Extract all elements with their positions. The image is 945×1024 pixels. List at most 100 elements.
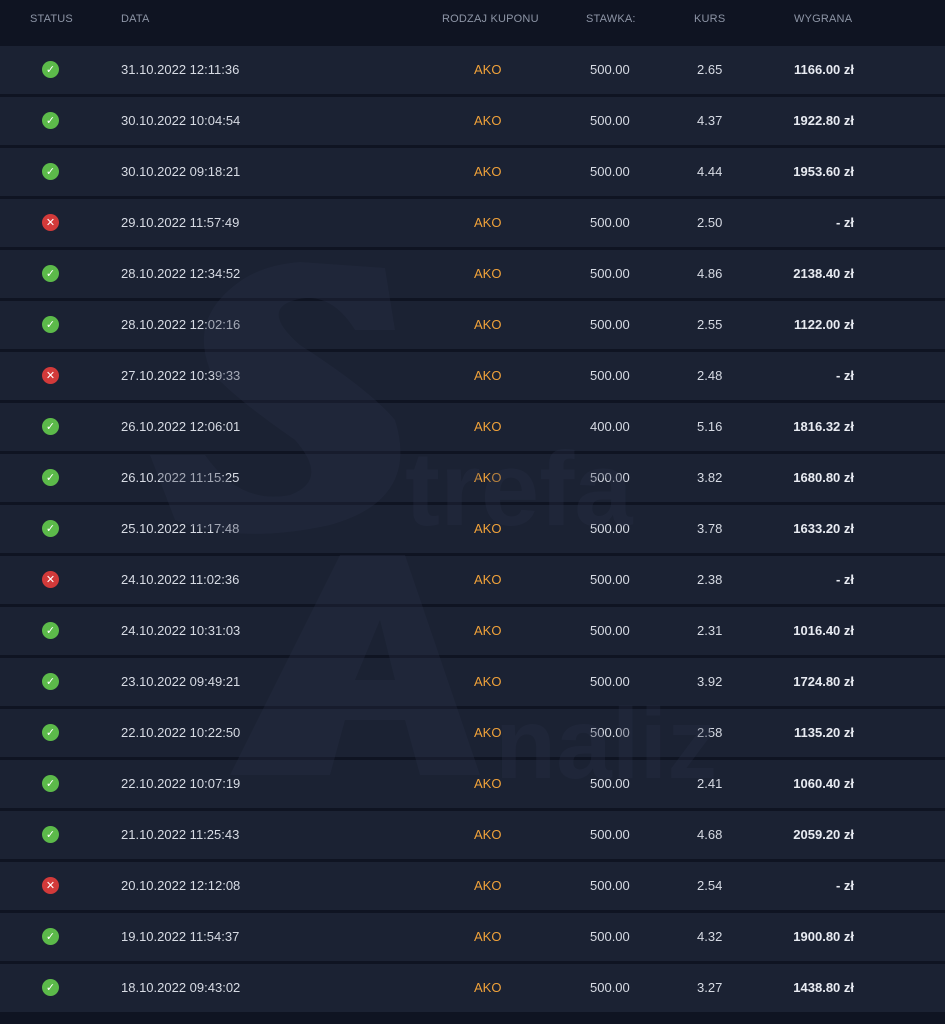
header-status[interactable]: STATUS bbox=[30, 13, 73, 25]
table-row[interactable]: ✓ 28.10.2022 12:34:52 AKO 500.00 4.86 2138.40… bbox=[0, 250, 945, 298]
status-cell: ✓ bbox=[40, 977, 62, 999]
status-cell: ✕ bbox=[40, 212, 62, 234]
odds-cell: 2.54 bbox=[697, 878, 723, 893]
stake-cell: 500.00 bbox=[590, 725, 630, 740]
status-cell: ✕ bbox=[40, 569, 62, 591]
odds-cell: 2.50 bbox=[697, 215, 723, 230]
odds-cell: 3.92 bbox=[697, 674, 723, 689]
table-row[interactable]: ✓ 22.10.2022 10:22:50 AKO 500.00 2.58 1135.20… bbox=[0, 709, 945, 757]
date-cell: 31.10.2022 12:11:36 bbox=[121, 62, 240, 77]
stake-cell: 500.00 bbox=[590, 164, 630, 179]
coupon-type-cell: AKO bbox=[474, 419, 502, 434]
date-cell: 18.10.2022 09:43:02 bbox=[121, 980, 241, 995]
stake-cell: 500.00 bbox=[590, 317, 630, 332]
table-body: ✓ 31.10.2022 12:11:36 AKO 500.00 2.65 1166.00… bbox=[0, 46, 945, 1015]
coupon-type-cell: AKO bbox=[474, 470, 502, 485]
table-row[interactable]: ✓ 30.10.2022 09:18:21 AKO 500.00 4.44 1953.60… bbox=[0, 148, 945, 196]
coupon-type-cell: AKO bbox=[474, 368, 502, 383]
table-row[interactable]: ✓ 23.10.2022 09:49:21 AKO 500.00 3.92 1724.80… bbox=[0, 658, 945, 706]
table-row[interactable]: ✓ 21.10.2022 11:25:43 AKO 500.00 4.68 2059.20… bbox=[0, 811, 945, 859]
win-amount-cell: - zł bbox=[835, 572, 854, 587]
stake-cell: 500.00 bbox=[590, 674, 630, 689]
table-header: STATUS DATA RODZAJ KUPONU STAWKA: KURS W… bbox=[0, 0, 945, 40]
win-amount-cell: 1060.40 zł bbox=[793, 776, 854, 791]
coupon-type-cell: AKO bbox=[474, 164, 502, 179]
status-cell: ✓ bbox=[40, 263, 62, 285]
date-cell: 19.10.2022 11:54:37 bbox=[121, 929, 240, 944]
date-cell: 26.10.2022 11:15:25 bbox=[121, 470, 240, 485]
stake-cell: 500.00 bbox=[590, 623, 630, 638]
date-cell: 30.10.2022 10:04:54 bbox=[121, 113, 241, 128]
odds-cell: 4.44 bbox=[697, 164, 723, 179]
stake-cell: 500.00 bbox=[590, 470, 630, 485]
check-circle-icon: ✓ bbox=[42, 979, 59, 996]
coupon-type-cell: AKO bbox=[474, 929, 502, 944]
stake-cell: 500.00 bbox=[590, 878, 630, 893]
status-cell: ✓ bbox=[40, 314, 62, 336]
table-row[interactable]: ✕ 24.10.2022 11:02:36 AKO 500.00 2.38 - zł bbox=[0, 556, 945, 604]
check-circle-icon: ✓ bbox=[42, 61, 59, 78]
check-circle-icon: ✓ bbox=[42, 418, 59, 435]
date-cell: 24.10.2022 11:02:36 bbox=[121, 572, 240, 587]
stake-cell: 500.00 bbox=[590, 266, 630, 281]
date-cell: 28.10.2022 12:02:16 bbox=[121, 317, 241, 332]
coupon-type-cell: AKO bbox=[474, 725, 502, 740]
header-date[interactable]: DATA bbox=[121, 13, 150, 25]
status-cell: ✓ bbox=[40, 620, 62, 642]
coupon-type-cell: AKO bbox=[474, 980, 502, 995]
win-amount-cell: 1633.20 zł bbox=[793, 521, 854, 536]
coupon-type-cell: AKO bbox=[474, 266, 502, 281]
table-row[interactable]: ✓ 30.10.2022 10:04:54 AKO 500.00 4.37 1922.80… bbox=[0, 97, 945, 145]
coupon-type-cell: AKO bbox=[474, 623, 502, 638]
table-row[interactable]: ✕ 29.10.2022 11:57:49 AKO 500.00 2.50 - zł bbox=[0, 199, 945, 247]
win-amount-cell: 2138.40 zł bbox=[793, 266, 854, 281]
date-cell: 25.10.2022 11:17:48 bbox=[121, 521, 240, 536]
table-row[interactable]: ✓ 26.10.2022 11:15:25 AKO 500.00 3.82 1680.80… bbox=[0, 454, 945, 502]
table-row[interactable]: ✓ 22.10.2022 10:07:19 AKO 500.00 2.41 1060.40… bbox=[0, 760, 945, 808]
win-amount-cell: - zł bbox=[835, 368, 854, 383]
table-row[interactable]: ✕ 20.10.2022 12:12:08 AKO 500.00 2.54 - zł bbox=[0, 862, 945, 910]
coupon-type-cell: AKO bbox=[474, 113, 502, 128]
win-amount-cell: 1900.80 zł bbox=[793, 929, 854, 944]
table-row[interactable]: ✓ 26.10.2022 12:06:01 AKO 400.00 5.16 1816.32… bbox=[0, 403, 945, 451]
status-cell: ✓ bbox=[40, 110, 62, 132]
header-odds[interactable]: KURS bbox=[694, 13, 725, 25]
table-row[interactable]: ✓ 18.10.2022 09:43:02 AKO 500.00 3.27 1438.80… bbox=[0, 964, 945, 1012]
stake-cell: 500.00 bbox=[590, 215, 630, 230]
table-row[interactable]: ✓ 19.10.2022 11:54:37 AKO 500.00 4.32 1900.80… bbox=[0, 913, 945, 961]
stake-cell: 500.00 bbox=[590, 980, 630, 995]
status-cell: ✓ bbox=[40, 926, 62, 948]
header-stake[interactable]: STAWKA: bbox=[586, 13, 636, 25]
date-cell: 22.10.2022 10:07:19 bbox=[121, 776, 241, 791]
stake-cell: 500.00 bbox=[590, 572, 630, 587]
odds-cell: 4.68 bbox=[697, 827, 723, 842]
win-amount-cell: 1122.00 zł bbox=[794, 317, 854, 332]
stake-cell: 500.00 bbox=[590, 368, 630, 383]
stake-cell: 500.00 bbox=[590, 827, 630, 842]
date-cell: 22.10.2022 10:22:50 bbox=[121, 725, 241, 740]
win-amount-cell: - zł bbox=[835, 215, 854, 230]
check-circle-icon: ✓ bbox=[42, 265, 59, 282]
header-win[interactable]: WYGRANA bbox=[794, 13, 852, 25]
status-cell: ✓ bbox=[40, 722, 62, 744]
check-circle-icon: ✓ bbox=[42, 826, 59, 843]
table-row[interactable]: ✓ 25.10.2022 11:17:48 AKO 500.00 3.78 1633.20… bbox=[0, 505, 945, 553]
cross-circle-icon: ✕ bbox=[42, 367, 59, 384]
table-row[interactable]: ✕ 27.10.2022 10:39:33 AKO 500.00 2.48 - zł bbox=[0, 352, 945, 400]
date-cell: 29.10.2022 11:57:49 bbox=[121, 215, 240, 230]
table-row[interactable]: ✓ 24.10.2022 10:31:03 AKO 500.00 2.31 1016.40… bbox=[0, 607, 945, 655]
odds-cell: 4.32 bbox=[697, 929, 723, 944]
status-cell: ✓ bbox=[40, 773, 62, 795]
cross-circle-icon: ✕ bbox=[42, 571, 59, 588]
check-circle-icon: ✓ bbox=[42, 724, 59, 741]
win-amount-cell: 1816.32 zł bbox=[793, 419, 854, 434]
win-amount-cell: 1953.60 zł bbox=[793, 164, 854, 179]
odds-cell: 2.38 bbox=[697, 572, 723, 587]
odds-cell: 2.55 bbox=[697, 317, 723, 332]
coupon-type-cell: AKO bbox=[474, 521, 502, 536]
table-row[interactable]: ✓ 28.10.2022 12:02:16 AKO 500.00 2.55 1122.00… bbox=[0, 301, 945, 349]
header-coupon-type[interactable]: RODZAJ KUPONU bbox=[442, 13, 539, 25]
table-row[interactable]: ✓ 31.10.2022 12:11:36 AKO 500.00 2.65 1166.00… bbox=[0, 46, 945, 94]
win-amount-cell: 1680.80 zł bbox=[793, 470, 854, 485]
status-cell: ✓ bbox=[40, 59, 62, 81]
